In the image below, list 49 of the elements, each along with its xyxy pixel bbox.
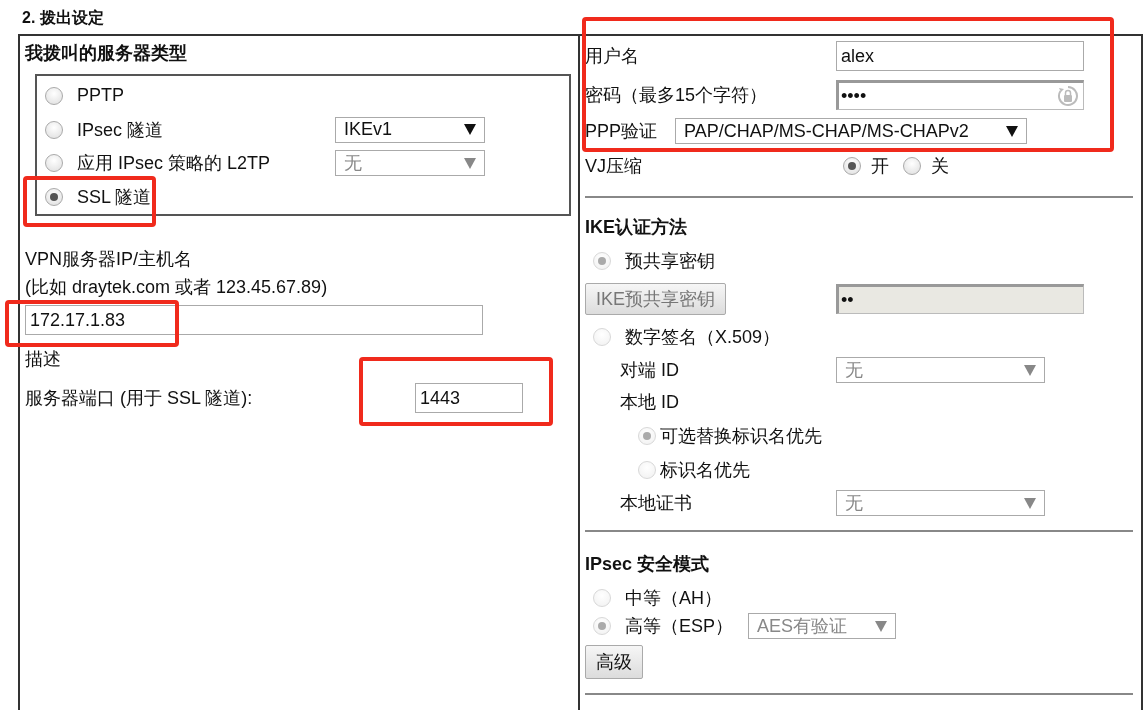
dropdown[interactable]: IKEv1 xyxy=(335,116,485,143)
radio-button[interactable] xyxy=(45,120,63,139)
radio-button[interactable] xyxy=(45,154,63,173)
field-label: VPN服务器IP/主机名 xyxy=(25,248,193,271)
caret-icon xyxy=(464,124,476,136)
radio-button[interactable] xyxy=(843,157,861,175)
radio-label: 可选替换标识名优先 xyxy=(660,425,822,448)
group-title: 我拨叫的服务器类型 xyxy=(25,42,187,65)
radio-label: 预共享密钥 xyxy=(625,250,715,273)
radio-label: 高等（ESP） xyxy=(625,615,734,638)
group-title: IPsec 安全模式 xyxy=(585,553,710,576)
caret-icon xyxy=(875,620,887,632)
radio-button[interactable] xyxy=(903,157,921,175)
advanced-button[interactable]: 高级 xyxy=(585,645,643,679)
radio-label: 数字签名（X.509） xyxy=(625,326,781,349)
radio-label: IPsec 隧道 xyxy=(77,118,164,142)
field-label: 本地证书 xyxy=(620,492,692,515)
radio-button[interactable] xyxy=(45,188,63,207)
field-label: VJ压缩 xyxy=(585,155,642,178)
radio-label: 关 xyxy=(931,155,949,178)
lock-icon xyxy=(1057,85,1079,107)
radio-label: 标识名优先 xyxy=(660,459,750,482)
radio-label: 应用 IPsec 策略的 L2TP xyxy=(77,152,271,176)
field-label: 服务器端口 (用于 SSL 隧道): xyxy=(25,387,253,410)
field-label: 对端 ID xyxy=(620,359,679,382)
radio-button[interactable] xyxy=(593,617,611,635)
username-field[interactable]: alex xyxy=(836,41,1084,71)
field-label: 用户名 xyxy=(585,45,639,68)
caret-icon xyxy=(1024,364,1036,376)
radio-label: PPTP xyxy=(77,85,124,107)
field-label: 本地 ID xyxy=(620,391,679,414)
radio-button[interactable] xyxy=(593,589,611,607)
caret-icon xyxy=(1024,497,1036,509)
section-title: 2. 拨出设定 xyxy=(21,8,104,28)
group-title: IKE认证方法 xyxy=(585,216,687,239)
field-label: PPP验证 xyxy=(585,120,658,143)
field-hint: (比如 draytek.com 或者 123.45.67.89) xyxy=(25,276,328,299)
caret-icon xyxy=(464,157,476,169)
radio-label: 开 xyxy=(871,155,889,178)
caret-icon xyxy=(1006,125,1018,137)
radio-button[interactable] xyxy=(45,86,63,105)
dropdown[interactable]: PAP/CHAP/MS-CHAP/MS-CHAPv2 xyxy=(675,118,1027,144)
radio-label: SSL 隧道 xyxy=(77,186,152,210)
password-field[interactable]: •••• xyxy=(836,80,1084,110)
server-port-field[interactable]: 1443 xyxy=(415,383,523,413)
field-label: 密码（最多15个字符） xyxy=(585,84,768,107)
field-label: 描述 xyxy=(25,348,61,371)
server-address-field[interactable]: 172.17.1.83 xyxy=(25,305,483,335)
radio-label: 中等（AH） xyxy=(625,587,722,610)
